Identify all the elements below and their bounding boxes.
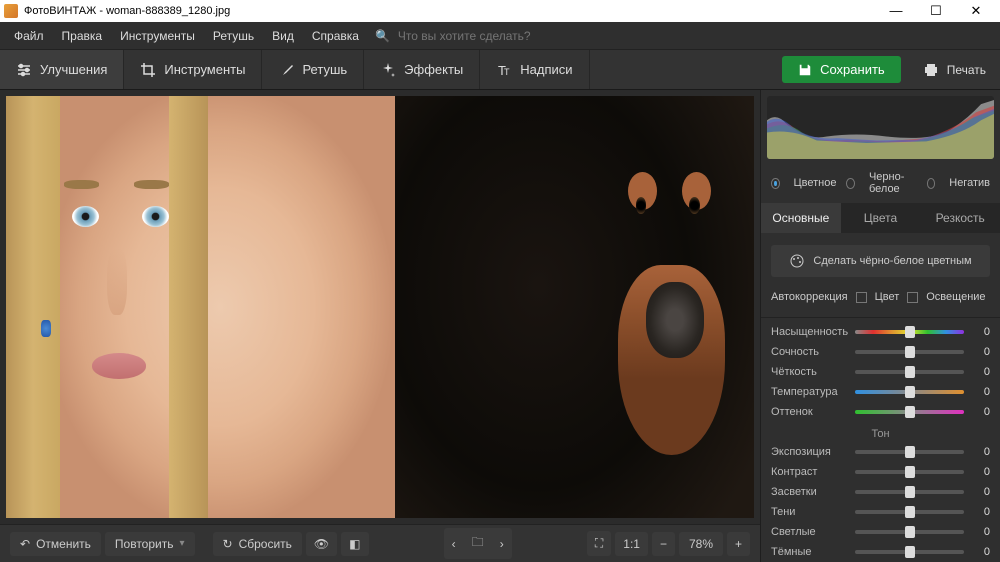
svg-text:T: T (504, 67, 510, 77)
palette-icon (789, 253, 805, 269)
saturation-label: Насыщенность (771, 326, 847, 338)
folder-icon: 🗀 (472, 533, 484, 554)
brush-icon (278, 62, 294, 78)
image-canvas[interactable] (6, 96, 754, 518)
menu-file[interactable]: Файл (6, 25, 52, 47)
fit-screen-button[interactable]: ⛶ (587, 531, 611, 556)
app-icon (4, 4, 18, 18)
tint-label: Оттенок (771, 406, 847, 418)
fit-icon: ⛶ (595, 536, 603, 551)
vibrance-slider[interactable] (855, 350, 964, 354)
print-icon (923, 62, 939, 78)
tab-captions[interactable]: TT Надписи (480, 50, 589, 89)
zoom-out-button[interactable]: − (652, 532, 675, 556)
autocorrect-label: Автокоррекция (771, 291, 848, 303)
highlights-label: Засветки (771, 486, 847, 498)
undo-icon: ↶ (20, 537, 30, 551)
preview-toggle[interactable]: 👁 (306, 532, 337, 556)
prev-image-button[interactable]: ‹ (444, 528, 464, 559)
histogram-mode-bw[interactable] (846, 178, 855, 189)
zoom-in-button[interactable]: + (727, 532, 750, 556)
eye-icon: 👁 (314, 537, 329, 551)
temperature-slider[interactable] (855, 390, 964, 394)
menu-view[interactable]: Вид (264, 25, 302, 47)
reset-button[interactable]: ↻Сбросить (213, 532, 302, 556)
vibrance-label: Сочность (771, 346, 847, 358)
exposure-slider[interactable] (855, 450, 964, 454)
histogram[interactable] (767, 96, 994, 159)
text-icon: TT (496, 62, 512, 78)
chevron-down-icon: ▾ (179, 538, 184, 549)
sliders-icon (16, 62, 32, 78)
whites-label: Светлые (771, 526, 847, 538)
window-title: ФотоВИНТАЖ - woman-888389_1280.jpg (24, 5, 230, 17)
tab-improvements[interactable]: Улучшения (0, 50, 124, 89)
blacks-label: Тёмные (771, 546, 847, 558)
exposure-label: Экспозиция (771, 446, 847, 458)
contrast-label: Контраст (771, 466, 847, 478)
actual-size-button[interactable]: 1:1 (615, 532, 648, 556)
tone-section-title: Тон (761, 422, 1000, 442)
clarity-slider[interactable] (855, 370, 964, 374)
titlebar: ФотоВИНТАЖ - woman-888389_1280.jpg — ☐ ✕ (0, 0, 1000, 22)
menu-help[interactable]: Справка (304, 25, 367, 47)
tab-effects[interactable]: Эффекты (364, 50, 480, 89)
shadows-label: Тени (771, 506, 847, 518)
highlights-slider[interactable] (855, 490, 964, 494)
next-image-button[interactable]: › (492, 528, 512, 559)
histogram-mode-negative[interactable] (927, 178, 936, 189)
save-icon (798, 63, 812, 77)
saturation-slider[interactable] (855, 330, 964, 334)
contrast-slider[interactable] (855, 470, 964, 474)
sparkle-icon (380, 62, 396, 78)
compare-toggle[interactable]: ◧ (341, 532, 368, 556)
search-input[interactable] (392, 27, 572, 45)
whites-slider[interactable] (855, 530, 964, 534)
autocorrect-light-checkbox[interactable] (907, 292, 918, 303)
print-button[interactable]: Печать (909, 50, 1000, 89)
menu-retouch[interactable]: Ретушь (205, 25, 262, 47)
histogram-mode-color[interactable] (771, 178, 780, 189)
search-icon: 🔍 (375, 29, 390, 43)
reset-icon: ↻ (223, 537, 233, 551)
prop-tab-sharp[interactable]: Резкость (920, 203, 1000, 233)
prop-tab-colors[interactable]: Цвета (841, 203, 921, 233)
redo-button[interactable]: Повторить▾ (105, 532, 195, 556)
autocorrect-color-checkbox[interactable] (856, 292, 867, 303)
crop-icon (140, 62, 156, 78)
clarity-label: Чёткость (771, 366, 847, 378)
menu-edit[interactable]: Правка (54, 25, 111, 47)
bottom-toolbar: ↶Отменить Повторить▾ ↻Сбросить 👁 ◧ ‹ 🗀 ›… (0, 524, 760, 562)
temperature-label: Температура (771, 386, 847, 398)
tab-tools[interactable]: Инструменты (124, 50, 262, 89)
minimize-button[interactable]: — (876, 0, 916, 22)
menu-tools[interactable]: Инструменты (112, 25, 203, 47)
browse-button[interactable]: 🗀 (464, 528, 492, 559)
close-button[interactable]: ✕ (956, 0, 996, 22)
maximize-button[interactable]: ☐ (916, 0, 956, 22)
tab-retouch[interactable]: Ретушь (262, 50, 364, 89)
blacks-slider[interactable] (855, 550, 964, 554)
zoom-level[interactable]: 78% (679, 532, 723, 556)
menubar: Файл Правка Инструменты Ретушь Вид Справ… (0, 22, 1000, 50)
prop-tab-main[interactable]: Основные (761, 203, 841, 233)
save-button[interactable]: Сохранить (782, 56, 901, 83)
properties-panel: Цветное Черно-белое Негатив Основные Цве… (760, 90, 1000, 562)
tint-slider[interactable] (855, 410, 964, 414)
colorize-bw-button[interactable]: Сделать чёрно-белое цветным (771, 245, 990, 277)
toolbar: Улучшения Инструменты Ретушь Эффекты TT … (0, 50, 1000, 90)
split-icon: ◧ (349, 537, 360, 551)
shadows-slider[interactable] (855, 510, 964, 514)
undo-button[interactable]: ↶Отменить (10, 532, 101, 556)
